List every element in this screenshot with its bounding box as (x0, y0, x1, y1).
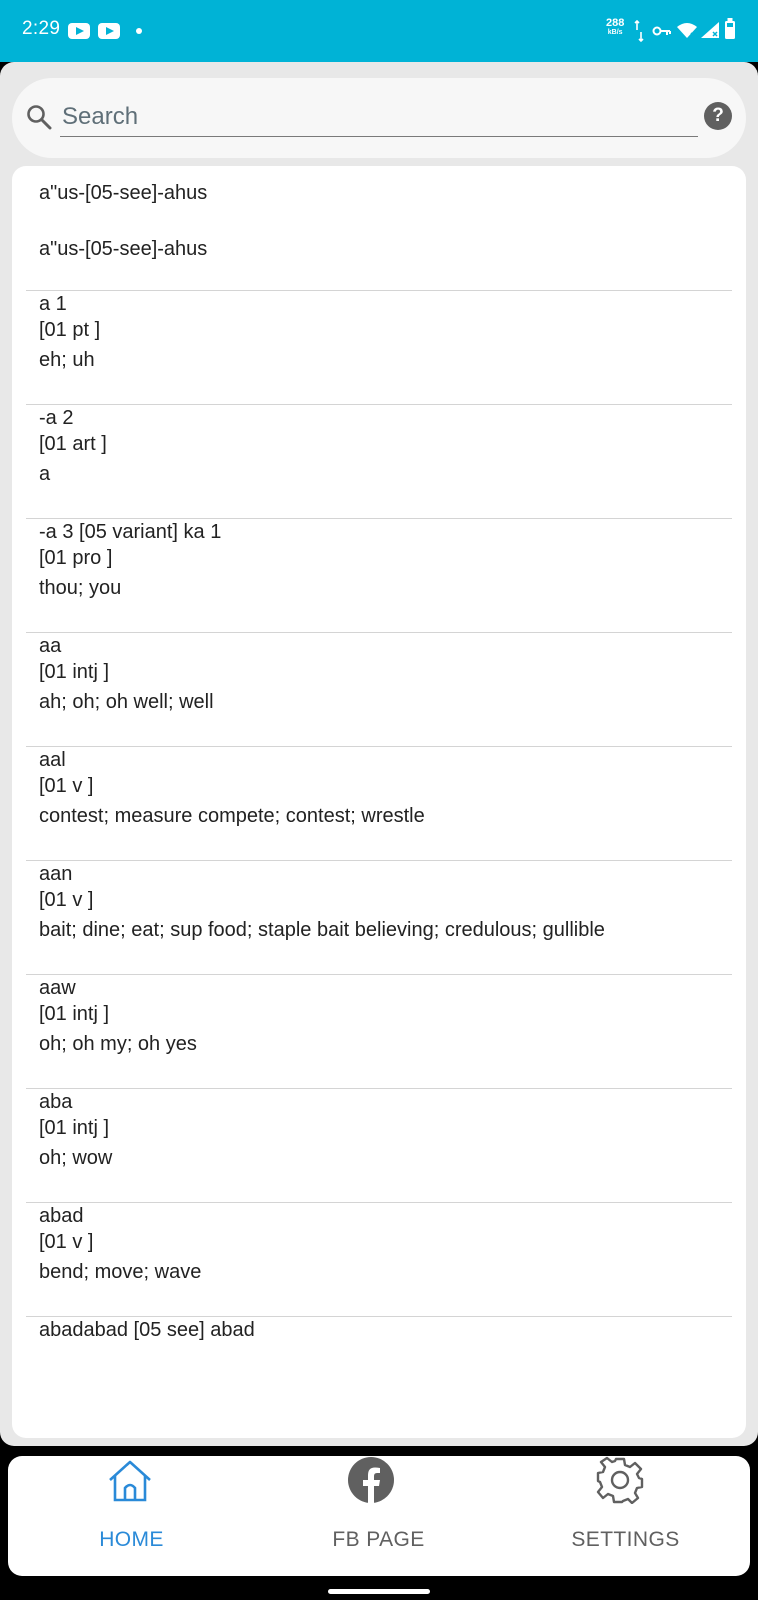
entry-headword: abadabad [05 see] abad (39, 1319, 255, 1341)
list-item[interactable]: aan [01 v ] bait; dine; eat; sup food; s… (26, 861, 732, 943)
list-item[interactable]: aal [01 v ] contest; measure compete; co… (26, 747, 732, 829)
entry-headword: aal (39, 749, 66, 771)
entry-part-of-speech: [01 pt ] (39, 319, 101, 341)
nav-fb-page[interactable]: FB PAGE (255, 1456, 502, 1576)
network-speed: 288 kB/s (606, 18, 624, 38)
entry-headword: aa (39, 635, 62, 657)
vpn-key-icon (652, 26, 671, 36)
nav-settings-label: SETTINGS (571, 1528, 680, 1551)
gesture-bar[interactable] (328, 1589, 430, 1594)
entry-part-of-speech: [01 intj ] (39, 661, 110, 683)
facebook-icon (348, 1457, 394, 1503)
list-item[interactable]: aa [01 intj ] ah; oh; oh well; well (26, 633, 732, 715)
entry-definition: bait; dine; eat; sup food; staple bait b… (39, 919, 605, 941)
entry-part-of-speech: [01 pro ] (39, 547, 113, 569)
status-bar: 2:29 288 kB/s (0, 0, 758, 62)
cell-signal-icon (701, 22, 719, 38)
status-time: 2:29 (22, 18, 61, 39)
entry-part-of-speech: [01 v ] (39, 889, 94, 911)
list-item[interactable]: a 1 [01 pt ] eh; uh (26, 291, 732, 373)
entry-headword: -a 2 (39, 407, 74, 429)
entry-definition: oh; wow (39, 1147, 113, 1169)
list-item[interactable]: abad [01 v ] bend; move; wave (26, 1203, 732, 1285)
network-speed-unit: kB/s (607, 29, 623, 36)
home-icon (109, 1460, 151, 1502)
entry-definition: ah; oh; oh well; well (39, 691, 214, 713)
entry-headword: a"us-[05-see]-ahus (39, 238, 208, 260)
entry-definition: eh; uh (39, 349, 95, 371)
gear-icon (596, 1456, 644, 1504)
entry-definition: contest; measure compete; contest; wrest… (39, 805, 425, 827)
entry-headword: abad (39, 1205, 84, 1227)
youtube-icon (98, 23, 120, 39)
entry-definition: thou; you (39, 577, 122, 599)
network-speed-value: 288 (606, 17, 625, 29)
list-item[interactable]: -a 2 [01 art ] a (26, 405, 732, 487)
list-item[interactable]: -a 3 [05 variant] ka 1 [01 pro ] thou; y… (26, 519, 732, 601)
nav-home-label: HOME (99, 1528, 164, 1551)
entry-part-of-speech: [01 intj ] (39, 1003, 110, 1025)
entry-headword: aan (39, 863, 73, 885)
entry-part-of-speech: [01 v ] (39, 1231, 94, 1253)
entry-definition: oh; oh my; oh yes (39, 1033, 197, 1055)
youtube-icon (68, 23, 90, 39)
results-list: a"us-[05-see]-ahus a"us-[05-see]-ahus a … (12, 166, 746, 1438)
data-activity-icon (634, 20, 644, 42)
bottom-nav: HOME FB PAGE SETTINGS (8, 1456, 750, 1576)
entry-headword: a"us-[05-see]-ahus (39, 182, 208, 204)
list-item[interactable]: aaw [01 intj ] oh; oh my; oh yes (26, 975, 732, 1057)
entry-headword: -a 3 [05 variant] ka 1 (39, 521, 222, 543)
battery-icon (725, 18, 735, 39)
entry-definition: bend; move; wave (39, 1261, 202, 1283)
search-bar: ? (12, 78, 746, 158)
nav-home[interactable]: HOME (8, 1456, 255, 1576)
entry-part-of-speech: [01 v ] (39, 775, 94, 797)
entry-headword: aba (39, 1091, 73, 1113)
notification-dot (136, 28, 142, 34)
entry-headword: aaw (39, 977, 76, 999)
search-icon[interactable] (26, 104, 52, 130)
main-panel: ? a"us-[05-see]-ahus a"us-[05-see]-ahus … (0, 62, 758, 1446)
list-item[interactable]: aba [01 intj ] oh; wow (26, 1089, 732, 1171)
entry-definition: a (39, 463, 51, 485)
entry-part-of-speech: [01 art ] (39, 433, 107, 455)
entry-headword: a 1 (39, 293, 67, 315)
help-icon[interactable]: ? (704, 102, 732, 130)
nav-settings[interactable]: SETTINGS (502, 1456, 749, 1576)
search-input[interactable] (60, 98, 698, 137)
nav-fb-page-label: FB PAGE (332, 1528, 425, 1551)
wifi-icon (677, 23, 697, 39)
entry-part-of-speech: [01 intj ] (39, 1117, 110, 1139)
list-item[interactable]: abadabad [05 see] abad (26, 1317, 732, 1343)
list-item[interactable]: a"us-[05-see]-ahus a"us-[05-see]-ahus (26, 180, 732, 262)
